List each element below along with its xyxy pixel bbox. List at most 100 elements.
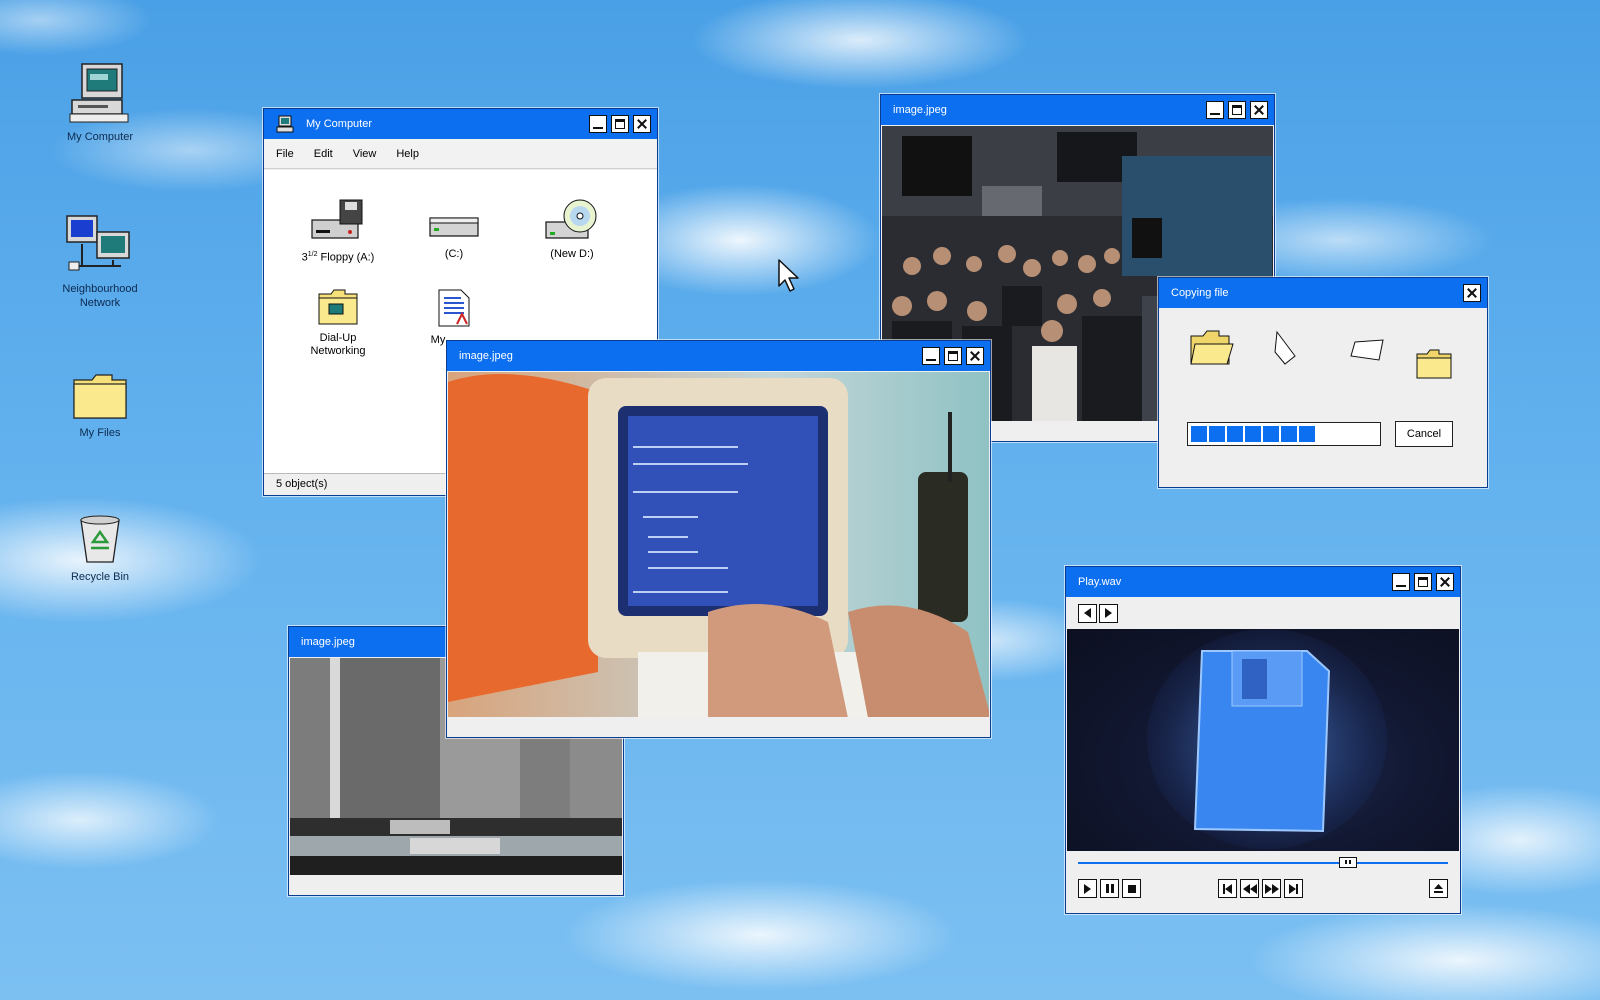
menu-bar: File Edit View Help: [264, 139, 657, 169]
maximize-button[interactable]: [1414, 573, 1432, 591]
forward-arrow-icon: [1105, 608, 1112, 618]
minimize-button[interactable]: [589, 115, 607, 133]
cancel-button[interactable]: Cancel: [1395, 421, 1453, 447]
computer-icon: [69, 63, 129, 123]
copy-progress-bar: [1187, 422, 1381, 446]
copying-file-dialog: Copying file Cancel: [1158, 277, 1488, 488]
desktop-icon-label: Neighbourhood Network: [62, 283, 138, 309]
title-bar[interactable]: image.jpeg: [447, 341, 990, 371]
drive-label: (C:): [444, 248, 464, 260]
document-icon: [438, 289, 470, 327]
progress-segment: [1263, 426, 1279, 442]
folder-icon: [1416, 349, 1452, 379]
maximize-button[interactable]: [944, 347, 962, 365]
progress-segment: [1299, 426, 1315, 442]
previous-track-button[interactable]: [1218, 879, 1237, 898]
c-drive-item[interactable]: (C:): [404, 198, 504, 261]
window-title: image.jpeg: [893, 104, 947, 116]
pause-icon: [1105, 884, 1114, 893]
fast-forward-button[interactable]: [1262, 879, 1281, 898]
close-button[interactable]: [966, 347, 984, 365]
computer-photo: [448, 372, 989, 717]
desktop-icon-my-files[interactable]: My Files: [50, 372, 150, 440]
close-button[interactable]: [1250, 101, 1268, 119]
window-title: image.jpeg: [459, 350, 513, 362]
window-title: Play.wav: [1078, 576, 1122, 588]
eject-button[interactable]: [1429, 879, 1448, 898]
progress-segment: [1227, 426, 1243, 442]
eject-icon: [1434, 884, 1443, 893]
floppy-drive-icon: [311, 199, 363, 239]
floppy-video-art: [1147, 629, 1387, 849]
menu-file[interactable]: File: [276, 148, 294, 160]
stop-button[interactable]: [1122, 879, 1141, 898]
desktop-icon-neighbourhood-network[interactable]: Neighbourhood Network: [50, 214, 150, 310]
menu-edit[interactable]: Edit: [314, 148, 333, 160]
pause-button[interactable]: [1100, 879, 1119, 898]
close-button[interactable]: [1436, 573, 1454, 591]
back-button[interactable]: [1078, 603, 1097, 623]
drive-label: 31/2 Floppy (A:): [301, 251, 375, 264]
recycle-bin-icon: [80, 515, 120, 563]
title-bar[interactable]: image.jpeg: [881, 95, 1274, 125]
rewind-icon: [1242, 883, 1250, 894]
title-bar[interactable]: My Computer: [264, 109, 657, 139]
dialup-folder-icon: [318, 289, 358, 325]
desktop-icon-label: My Computer: [66, 131, 134, 143]
mouse-cursor-icon: [778, 259, 799, 292]
seek-thumb[interactable]: [1339, 857, 1358, 868]
minimize-button[interactable]: [922, 347, 940, 365]
play-icon: [1084, 883, 1091, 894]
stop-icon: [1127, 884, 1136, 893]
folder-icon: [73, 374, 127, 419]
progress-segment: [1281, 426, 1297, 442]
minimize-button[interactable]: [1392, 573, 1410, 591]
fast-forward-icon: [1264, 883, 1272, 894]
title-bar[interactable]: Play.wav: [1066, 567, 1460, 597]
window-title: My Computer: [306, 118, 373, 130]
title-bar[interactable]: Copying file: [1159, 278, 1487, 308]
computer-icon: [276, 115, 294, 133]
next-icon: [1289, 883, 1296, 894]
open-folder-icon: [1190, 330, 1234, 365]
player-controls: [1078, 879, 1448, 899]
floppy-drive-item[interactable]: 31/2 Floppy (A:): [288, 198, 388, 265]
hard-drive-icon: [429, 217, 479, 237]
desktop-icon-label: Recycle Bin: [70, 571, 130, 583]
maximize-button[interactable]: [611, 115, 629, 133]
menu-help[interactable]: Help: [396, 148, 419, 160]
rewind-button[interactable]: [1240, 879, 1259, 898]
close-button[interactable]: [1463, 284, 1481, 302]
computer-image-window: image.jpeg: [446, 340, 991, 738]
drive-label: (New D:): [550, 248, 594, 260]
close-button[interactable]: [633, 115, 651, 133]
d-drive-item[interactable]: (New D:): [522, 198, 622, 261]
progress-segment: [1209, 426, 1225, 442]
network-icon: [66, 215, 130, 271]
desktop-icon-recycle-bin[interactable]: Recycle Bin: [50, 512, 150, 584]
video-screen: [1067, 629, 1459, 851]
my-documents-item[interactable]: My: [404, 288, 504, 347]
media-player-window: Play.wav: [1065, 566, 1461, 914]
flying-paper-icon: [1274, 330, 1296, 365]
maximize-button[interactable]: [1228, 101, 1246, 119]
play-button[interactable]: [1078, 879, 1097, 898]
previous-icon: [1225, 883, 1232, 894]
cd-drive-icon: [545, 199, 597, 239]
dialup-networking-item[interactable]: Dial-Up Networking: [288, 288, 388, 358]
window-title: Copying file: [1171, 287, 1229, 299]
back-arrow-icon: [1084, 608, 1091, 618]
desktop-icon-label: My Files: [79, 427, 121, 439]
progress-segment: [1191, 426, 1207, 442]
drive-label: Dial-Up Networking: [310, 332, 366, 357]
menu-view[interactable]: View: [353, 148, 377, 160]
desktop-icon-my-computer[interactable]: My Computer: [50, 62, 150, 144]
minimize-button[interactable]: [1206, 101, 1224, 119]
next-track-button[interactable]: [1284, 879, 1303, 898]
seek-bar[interactable]: [1078, 857, 1448, 868]
forward-button[interactable]: [1099, 603, 1118, 623]
computer-photo-art: [448, 372, 989, 717]
player-toolbar: [1066, 598, 1460, 628]
progress-segment: [1245, 426, 1261, 442]
flying-paper-icon: [1350, 339, 1384, 361]
